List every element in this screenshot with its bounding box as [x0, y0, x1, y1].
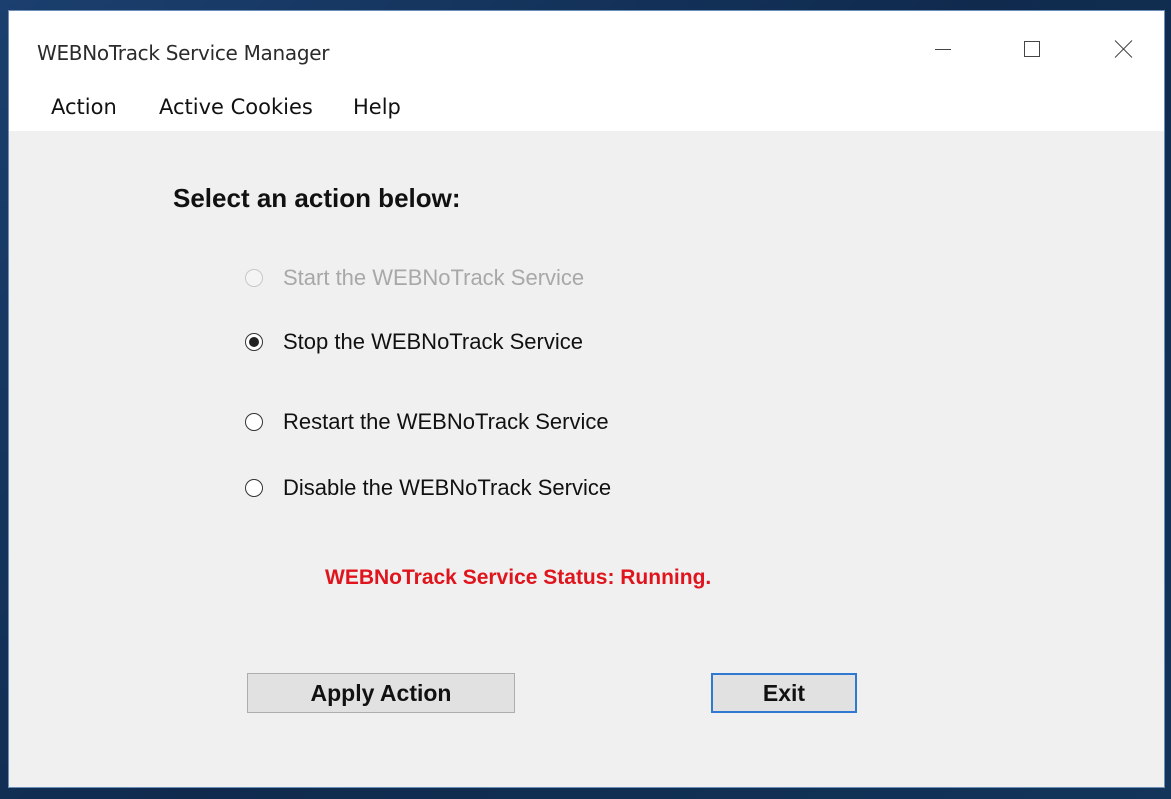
option-start-service: Start the WEBNoTrack Service — [245, 265, 584, 291]
close-icon — [1114, 39, 1134, 59]
maximize-icon — [1024, 41, 1040, 57]
minimize-icon — [935, 48, 951, 50]
radio-restart[interactable] — [245, 413, 263, 431]
radio-disable[interactable] — [245, 479, 263, 497]
menu-active-cookies[interactable]: Active Cookies — [159, 95, 313, 119]
option-restart-service[interactable]: Restart the WEBNoTrack Service — [245, 409, 609, 435]
maximize-button[interactable] — [1002, 25, 1062, 73]
option-label-restart[interactable]: Restart the WEBNoTrack Service — [283, 409, 609, 435]
close-button[interactable] — [1094, 25, 1154, 73]
radio-start — [245, 269, 263, 287]
title-bar[interactable]: WEBNoTrack Service Manager — [9, 11, 1164, 87]
window-title: WEBNoTrack Service Manager — [37, 41, 330, 65]
exit-button[interactable]: Exit — [711, 673, 857, 713]
option-label-start: Start the WEBNoTrack Service — [283, 265, 585, 290]
page-heading: Select an action below: — [173, 183, 461, 213]
option-label-disable[interactable]: Disable the WEBNoTrack Service — [283, 475, 611, 501]
apply-action-button[interactable]: Apply Action — [247, 673, 515, 713]
radio-stop[interactable] — [245, 333, 263, 351]
menu-action[interactable]: Action — [51, 95, 117, 119]
menu-help[interactable]: Help — [353, 95, 401, 119]
option-stop-service[interactable]: Stop the WEBNoTrack Service — [245, 329, 583, 355]
option-disable-service[interactable]: Disable the WEBNoTrack Service — [245, 475, 611, 501]
service-status-text: WEBNoTrack Service Status: Running. — [325, 566, 712, 589]
radio-selected-dot — [249, 337, 259, 347]
option-label-stop[interactable]: Stop the WEBNoTrack Service — [283, 329, 583, 355]
app-window: WEBNoTrack Service Manager Action Active… — [8, 10, 1165, 788]
menu-bar: Action Active Cookies Help — [9, 87, 1164, 131]
minimize-button[interactable] — [913, 25, 973, 73]
